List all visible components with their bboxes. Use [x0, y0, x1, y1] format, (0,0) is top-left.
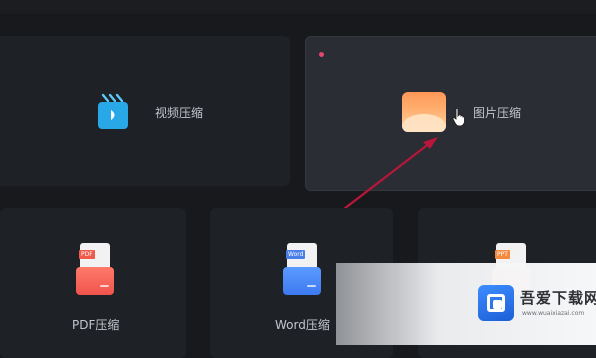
watermark-url: www.wuaixiazai.com [522, 310, 585, 317]
pdf-compress-label: PDF压缩 [72, 318, 120, 332]
word-compress-label: Word压缩 [275, 318, 330, 332]
watermark-logo-icon [478, 285, 514, 321]
pdf-document-icon: PDF [76, 243, 116, 295]
watermark-title: 吾爱下载网 [520, 289, 596, 307]
word-document-icon: Word [283, 243, 323, 295]
